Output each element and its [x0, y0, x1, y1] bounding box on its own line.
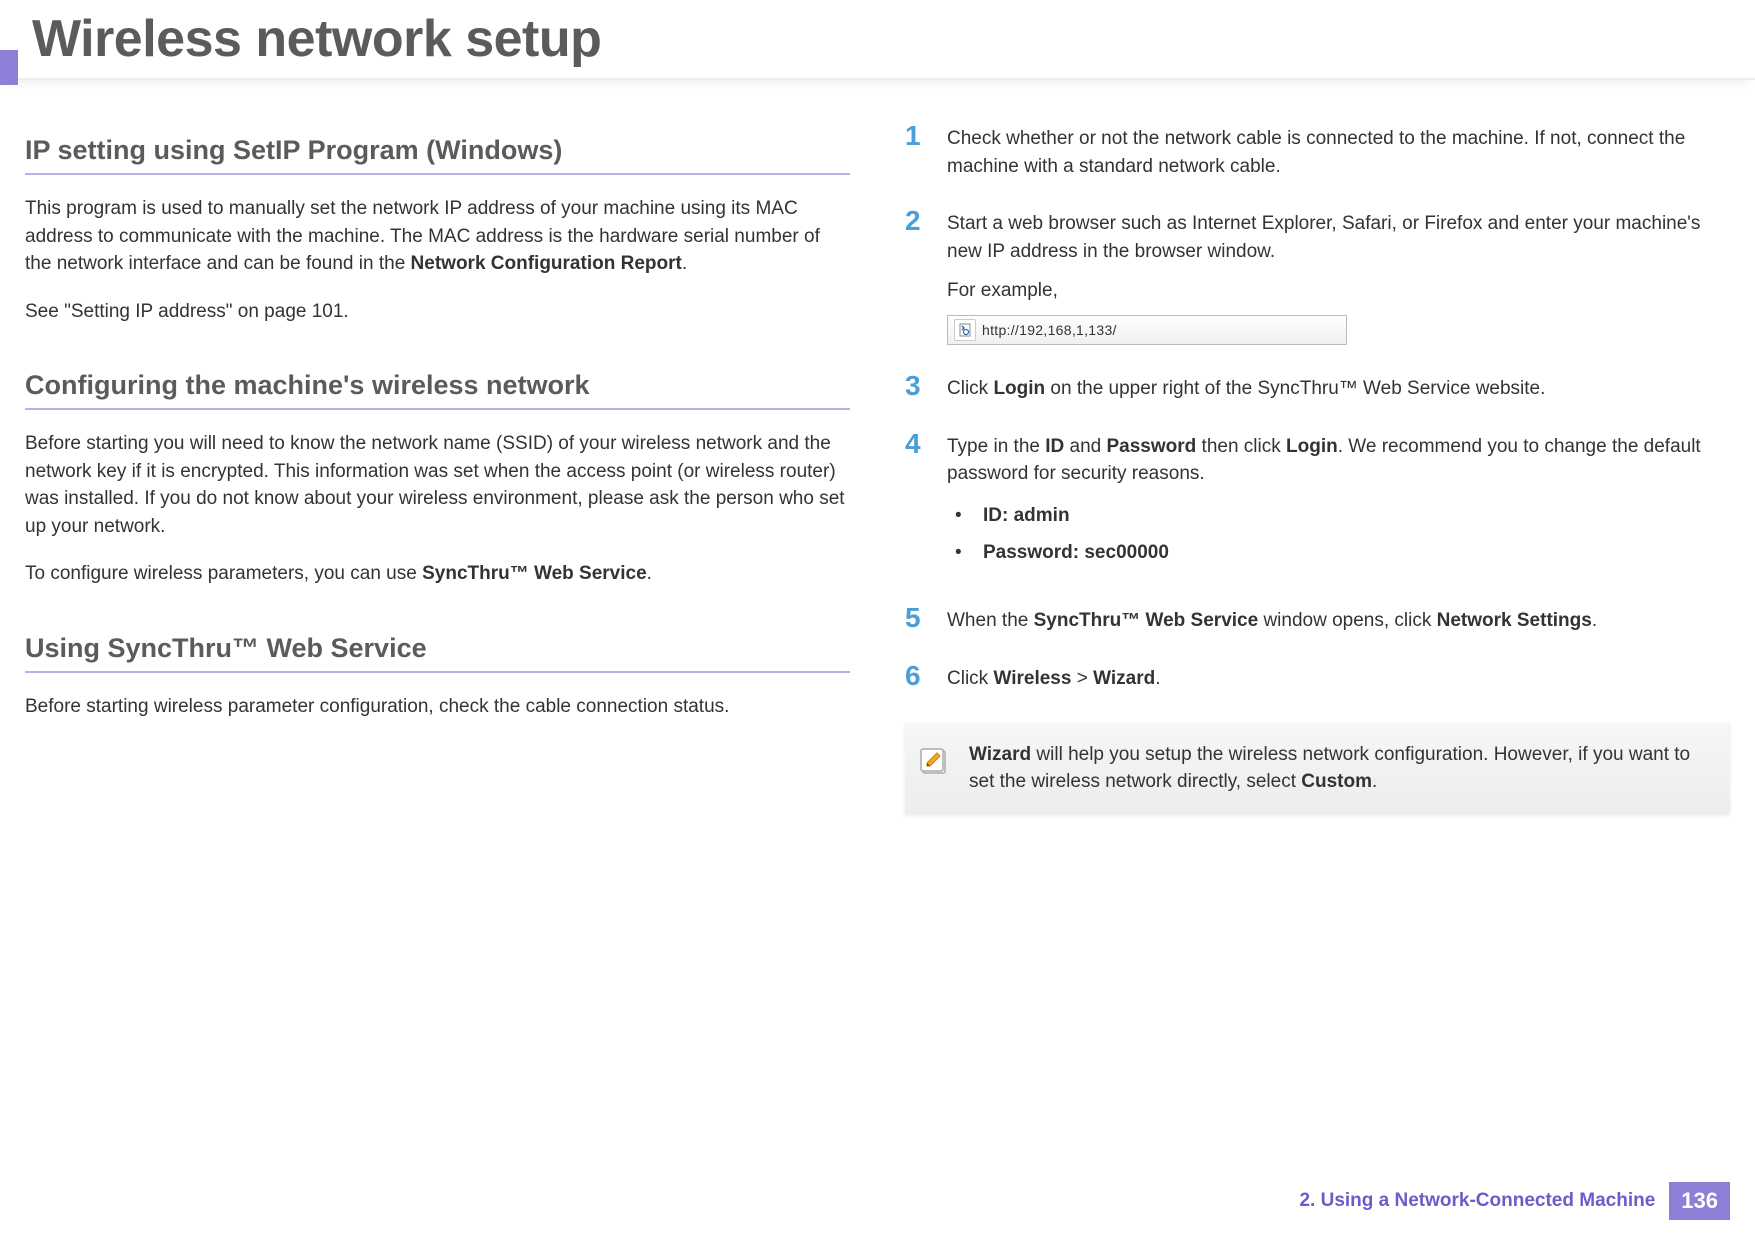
- step-text: Check whether or not the network cable i…: [947, 125, 1730, 180]
- text: and: [1064, 436, 1106, 457]
- right-column: 1 Check whether or not the network cable…: [905, 125, 1730, 814]
- step-4: 4 Type in the ID and Password then click…: [905, 433, 1730, 577]
- bold-text: ID: [1045, 436, 1064, 457]
- sub-paragraph: For example,: [947, 277, 1730, 305]
- bold-text: SyncThru™ Web Service: [422, 563, 647, 584]
- step-text: Click Login on the upper right of the Sy…: [947, 375, 1730, 403]
- note-box: Wizard will help you setup the wireless …: [905, 723, 1730, 814]
- step-text: When the SyncThru™ Web Service window op…: [947, 607, 1730, 635]
- content-area: IP setting using SetIP Program (Windows)…: [0, 80, 1755, 814]
- url-address-bar: http://192,168,1,133/: [947, 315, 1347, 345]
- step-number: 6: [905, 662, 947, 690]
- note-text: Wizard will help you setup the wireless …: [969, 741, 1712, 796]
- section-heading-configuring: Configuring the machine's wireless netwo…: [25, 370, 850, 410]
- page-title: Wireless network setup: [32, 9, 601, 69]
- bold-text: Wizard: [1093, 668, 1155, 689]
- text: >: [1071, 668, 1093, 689]
- bold-text: Network Configuration Report: [411, 253, 682, 274]
- step-2: 2 Start a web browser such as Internet E…: [905, 210, 1730, 345]
- text: Type in the: [947, 436, 1045, 457]
- paragraph: This program is used to manually set the…: [25, 195, 850, 278]
- step-number: 4: [905, 430, 947, 458]
- bold-text: Login: [993, 378, 1045, 399]
- step-6: 6 Click Wireless > Wizard.: [905, 665, 1730, 693]
- paragraph: Before starting you will need to know th…: [25, 430, 850, 540]
- paragraph: To configure wireless parameters, you ca…: [25, 560, 850, 588]
- text: To configure wireless parameters, you ca…: [25, 563, 422, 584]
- paragraph: See "Setting IP address" on page 101.: [25, 298, 850, 326]
- bold-text: Wireless: [993, 668, 1071, 689]
- page-number: 136: [1669, 1182, 1730, 1220]
- step-text: Start a web browser such as Internet Exp…: [947, 210, 1730, 345]
- bold-text: Custom: [1301, 771, 1372, 792]
- list-item: • Password: sec00000: [955, 539, 1730, 567]
- text: Click: [947, 668, 993, 689]
- bold-text: Login: [1286, 436, 1338, 457]
- text: .: [682, 253, 687, 274]
- step-text: Click Wireless > Wizard.: [947, 665, 1730, 693]
- paragraph: Before starting wireless parameter confi…: [25, 693, 850, 721]
- list-item: • ID: admin: [955, 502, 1730, 530]
- step-3: 3 Click Login on the upper right of the …: [905, 375, 1730, 403]
- step-text: Type in the ID and Password then click L…: [947, 433, 1730, 577]
- text: .: [647, 563, 652, 584]
- step-1: 1 Check whether or not the network cable…: [905, 125, 1730, 180]
- ie-page-icon: [954, 319, 976, 341]
- section-heading-ip-setting: IP setting using SetIP Program (Windows): [25, 135, 850, 175]
- page-header: Wireless network setup: [0, 0, 1755, 80]
- bold-text: Password: [1107, 436, 1197, 457]
- text: window opens, click: [1258, 610, 1436, 631]
- section-heading-syncthru: Using SyncThru™ Web Service: [25, 633, 850, 673]
- text: Start a web browser such as Internet Exp…: [947, 213, 1700, 262]
- footer-chapter-label: 2. Using a Network-Connected Machine: [1299, 1190, 1655, 1212]
- url-text: http://192,168,1,133/: [982, 320, 1117, 340]
- left-column: IP setting using SetIP Program (Windows)…: [25, 125, 850, 814]
- text: on the upper right of the SyncThru™ Web …: [1045, 378, 1545, 399]
- accent-bar: [0, 50, 18, 85]
- page-footer: 2. Using a Network-Connected Machine 136: [1299, 1182, 1730, 1220]
- step-number: 1: [905, 122, 947, 150]
- step-number: 2: [905, 207, 947, 235]
- bold-text: Wizard: [969, 744, 1031, 765]
- bullet-dot: •: [955, 539, 983, 567]
- bold-text: Network Settings: [1437, 610, 1592, 631]
- text: .: [1155, 668, 1160, 689]
- text: Click: [947, 378, 993, 399]
- text: When the: [947, 610, 1034, 631]
- text: then click: [1196, 436, 1286, 457]
- bullet-dot: •: [955, 502, 983, 530]
- bullet-text: ID: admin: [983, 502, 1070, 530]
- step-5: 5 When the SyncThru™ Web Service window …: [905, 607, 1730, 635]
- bullet-list: • ID: admin • Password: sec00000: [955, 502, 1730, 567]
- text: .: [1372, 771, 1377, 792]
- step-number: 5: [905, 604, 947, 632]
- note-pencil-icon: [917, 743, 951, 777]
- step-number: 3: [905, 372, 947, 400]
- bold-text: SyncThru™ Web Service: [1034, 610, 1259, 631]
- bullet-text: Password: sec00000: [983, 539, 1169, 567]
- text: .: [1592, 610, 1597, 631]
